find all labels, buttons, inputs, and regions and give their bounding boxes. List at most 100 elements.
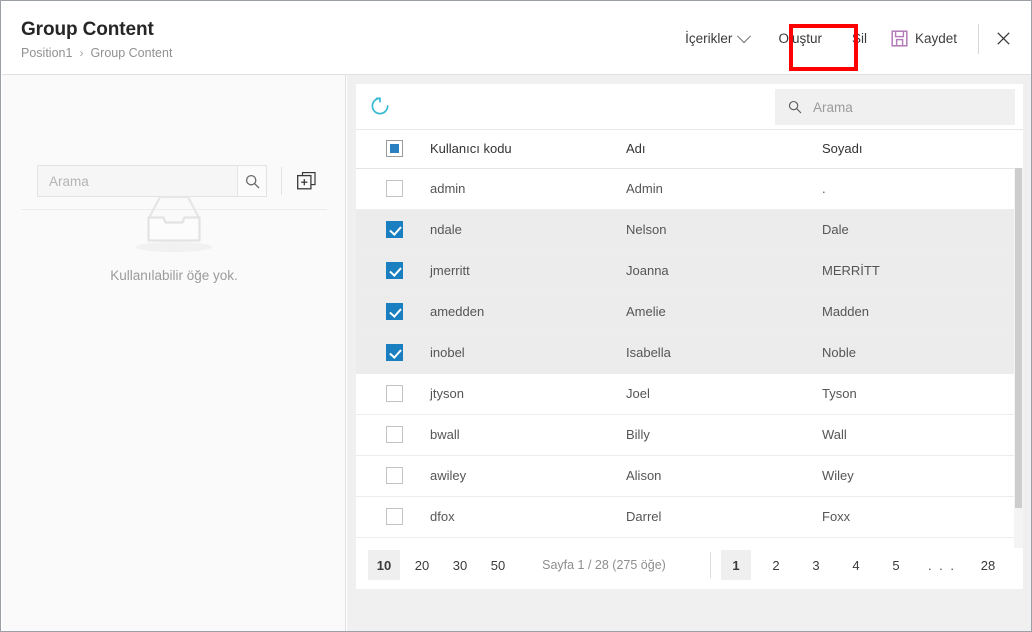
row-select-cell[interactable] bbox=[356, 209, 430, 250]
search-icon bbox=[788, 100, 802, 114]
cell-first-name: Joanna bbox=[626, 250, 822, 291]
breadcrumb-separator-icon: › bbox=[79, 46, 83, 61]
available-items-panel: Kullanılabilir öğe yok. bbox=[2, 75, 346, 631]
cell-last-name: Tyson bbox=[822, 373, 1023, 414]
row-checkbox[interactable] bbox=[386, 262, 403, 279]
grid-search-box[interactable] bbox=[775, 89, 1015, 125]
row-checkbox[interactable] bbox=[386, 221, 403, 238]
row-select-cell[interactable] bbox=[356, 414, 430, 455]
table-row[interactable]: jmerrittJoannaMERRİTT bbox=[356, 250, 1023, 291]
column-header-first-name[interactable]: Adı bbox=[626, 130, 822, 168]
row-checkbox[interactable] bbox=[386, 508, 403, 525]
cell-last-name: MERRİTT bbox=[822, 250, 1023, 291]
row-select-cell[interactable] bbox=[356, 455, 430, 496]
page-number-28[interactable]: 28 bbox=[973, 550, 1003, 580]
close-icon bbox=[997, 32, 1010, 45]
search-icon bbox=[245, 174, 260, 189]
cell-first-name: Nelson bbox=[626, 209, 822, 250]
page-size-selector: 10203050 bbox=[368, 550, 520, 580]
cell-first-name: Billy bbox=[626, 414, 822, 455]
group-content-window: Group Content Position1 › Group Content … bbox=[0, 0, 1032, 632]
breadcrumb: Position1 › Group Content bbox=[21, 46, 172, 61]
grid-pagination: 10203050 Sayfa 1 / 28 (275 öğe) 12345. .… bbox=[356, 541, 1023, 589]
table-row[interactable]: awileyAlisonWiley bbox=[356, 455, 1023, 496]
save-label: Kaydet bbox=[915, 31, 957, 46]
table-row[interactable]: ameddenAmelieMadden bbox=[356, 291, 1023, 332]
window-header: Group Content Position1 › Group Content … bbox=[2, 2, 1032, 75]
page-number-1[interactable]: 1 bbox=[721, 550, 751, 580]
cell-last-name: Dale bbox=[822, 209, 1023, 250]
users-table: Kullanıcı kodu Adı Soyadı adminAdmin.nda… bbox=[356, 130, 1023, 538]
row-select-cell[interactable] bbox=[356, 496, 430, 537]
page-size-10[interactable]: 10 bbox=[368, 550, 400, 580]
window-body: Kullanılabilir öğe yok. bbox=[2, 75, 1032, 631]
page-number-list: 12345. . .28 bbox=[721, 550, 1013, 580]
users-grid-panel: Kullanıcı kodu Adı Soyadı adminAdmin.nda… bbox=[347, 75, 1032, 631]
scrollbar-thumb[interactable] bbox=[1015, 168, 1022, 508]
table-row[interactable]: dfoxDarrelFoxx bbox=[356, 496, 1023, 537]
row-checkbox[interactable] bbox=[386, 180, 403, 197]
grid-vertical-scrollbar[interactable] bbox=[1014, 168, 1023, 548]
row-select-cell[interactable] bbox=[356, 332, 430, 373]
select-all-checkbox[interactable] bbox=[386, 140, 403, 157]
cell-last-name: Wiley bbox=[822, 455, 1023, 496]
cell-user-code: dfox bbox=[430, 496, 626, 537]
row-select-cell[interactable] bbox=[356, 373, 430, 414]
row-checkbox[interactable] bbox=[386, 426, 403, 443]
table-row[interactable]: adminAdmin. bbox=[356, 168, 1023, 209]
create-label: Oluştur bbox=[778, 31, 822, 46]
pagination-divider bbox=[710, 552, 711, 578]
refresh-button[interactable] bbox=[369, 95, 393, 119]
page-size-20[interactable]: 20 bbox=[406, 550, 438, 580]
cell-last-name: Wall bbox=[822, 414, 1023, 455]
page-size-50[interactable]: 50 bbox=[482, 550, 514, 580]
delete-label: Sil bbox=[852, 31, 867, 46]
row-select-cell[interactable] bbox=[356, 168, 430, 209]
cell-user-code: awiley bbox=[430, 455, 626, 496]
save-button[interactable]: Kaydet bbox=[879, 22, 969, 55]
page-number-5[interactable]: 5 bbox=[881, 550, 911, 580]
page-number-3[interactable]: 3 bbox=[801, 550, 831, 580]
select-all-header bbox=[356, 130, 430, 168]
breadcrumb-current: Group Content bbox=[90, 46, 172, 61]
cell-user-code: jtyson bbox=[430, 373, 626, 414]
cell-last-name: Noble bbox=[822, 332, 1023, 373]
save-icon bbox=[891, 30, 908, 47]
toolbar-divider bbox=[978, 24, 979, 54]
table-row[interactable]: inobelIsabellaNoble bbox=[356, 332, 1023, 373]
page-number-4[interactable]: 4 bbox=[841, 550, 871, 580]
sidebar-empty-state: Kullanılabilir öğe yok. bbox=[2, 188, 346, 283]
contents-dropdown[interactable]: İçerikler bbox=[674, 23, 760, 54]
table-row[interactable]: ndaleNelsonDale bbox=[356, 209, 1023, 250]
cell-last-name: Foxx bbox=[822, 496, 1023, 537]
refresh-icon bbox=[369, 95, 391, 117]
cell-user-code: inobel bbox=[430, 332, 626, 373]
cell-first-name: Darrel bbox=[626, 496, 822, 537]
cell-user-code: jmerritt bbox=[430, 250, 626, 291]
grid-search-input[interactable] bbox=[811, 99, 1002, 116]
cell-last-name: . bbox=[822, 168, 1023, 209]
page-info-label: Sayfa 1 / 28 (275 öğe) bbox=[520, 558, 710, 572]
row-select-cell[interactable] bbox=[356, 250, 430, 291]
cell-user-code: admin bbox=[430, 168, 626, 209]
close-button[interactable] bbox=[988, 24, 1018, 54]
table-row[interactable]: jtysonJoelTyson bbox=[356, 373, 1023, 414]
row-select-cell[interactable] bbox=[356, 291, 430, 332]
cell-first-name: Alison bbox=[626, 455, 822, 496]
column-header-user-code[interactable]: Kullanıcı kodu bbox=[430, 130, 626, 168]
column-header-last-name[interactable]: Soyadı bbox=[822, 130, 1023, 168]
delete-button[interactable]: Sil bbox=[840, 23, 879, 54]
inbox-tray-icon bbox=[133, 188, 215, 254]
row-checkbox[interactable] bbox=[386, 467, 403, 484]
page-title: Group Content bbox=[21, 19, 172, 41]
breadcrumb-parent[interactable]: Position1 bbox=[21, 46, 72, 61]
table-row[interactable]: bwallBillyWall bbox=[356, 414, 1023, 455]
row-checkbox[interactable] bbox=[386, 344, 403, 361]
page-number-2[interactable]: 2 bbox=[761, 550, 791, 580]
cell-last-name: Madden bbox=[822, 291, 1023, 332]
cell-first-name: Admin bbox=[626, 168, 822, 209]
row-checkbox[interactable] bbox=[386, 303, 403, 320]
create-button[interactable]: Oluştur bbox=[760, 23, 840, 54]
page-size-30[interactable]: 30 bbox=[444, 550, 476, 580]
row-checkbox[interactable] bbox=[386, 385, 403, 402]
